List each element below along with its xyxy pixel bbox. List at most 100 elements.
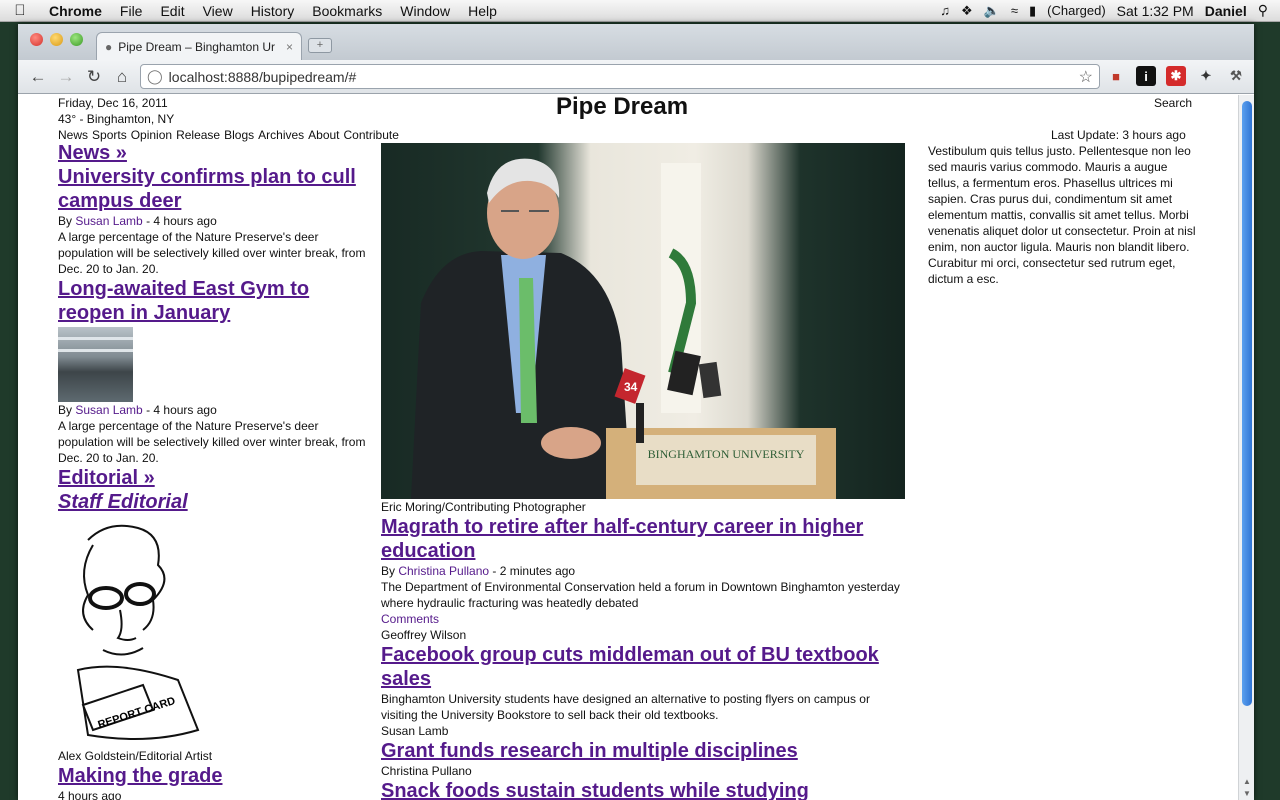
globe-icon: ● bbox=[105, 39, 113, 54]
battery-status: (Charged) bbox=[1047, 3, 1106, 18]
scrollbar-thumb[interactable] bbox=[1242, 101, 1252, 706]
back-icon[interactable]: ← bbox=[24, 67, 52, 87]
menu-file[interactable]: File bbox=[111, 3, 152, 19]
story-headline-facebook[interactable]: Facebook group cuts middleman out of BU … bbox=[381, 643, 905, 691]
lead-summary: The Department of Environmental Conserva… bbox=[381, 580, 900, 610]
tab-strip: ● Pipe Dream – Binghamton Ur × + bbox=[18, 24, 1254, 60]
author-link[interactable]: Susan Lamb bbox=[75, 214, 142, 228]
mic bbox=[698, 361, 722, 399]
wifi-icon[interactable]: ≈ bbox=[1011, 3, 1018, 18]
pipe-dream-page: Friday, Dec 16, 2011 43° - Binghamton, N… bbox=[58, 95, 1198, 800]
byline-time: - 2 minutes ago bbox=[489, 564, 576, 578]
comments-link[interactable]: Comments bbox=[381, 611, 905, 627]
gym-beam bbox=[58, 349, 133, 352]
right-column: Vestibulum quis tellus justo. Pellentesq… bbox=[928, 143, 1198, 287]
spotlight-icon[interactable]: ⚲ bbox=[1258, 2, 1268, 19]
gym-thumbnail[interactable] bbox=[58, 327, 133, 402]
story-summary: A large percentage of the Nature Preserv… bbox=[58, 419, 366, 465]
asterisk-extension-icon[interactable]: ✱ bbox=[1166, 66, 1186, 86]
page-scrollbar[interactable]: ▲ ▼ bbox=[1238, 95, 1254, 800]
apple-menu-icon[interactable]:  bbox=[0, 2, 40, 19]
speaker-hand bbox=[541, 427, 601, 459]
page-date: Friday, Dec 16, 2011 bbox=[58, 96, 168, 110]
byline-by: By bbox=[381, 564, 399, 578]
extension-icons: ■ i ✱ ✦ ⚒ bbox=[1106, 66, 1246, 86]
clock[interactable]: Sat 1:32 PM bbox=[1117, 3, 1194, 19]
tab-close-icon[interactable]: × bbox=[286, 40, 293, 54]
byline-by: By bbox=[58, 214, 76, 228]
weather: 43° - Binghamton, NY bbox=[58, 112, 175, 126]
volume-icon[interactable]: 🔈 bbox=[984, 3, 1000, 19]
byline-time: - 4 hours ago bbox=[142, 214, 217, 228]
author-name: Christina Pullano bbox=[381, 764, 472, 778]
author-name: Susan Lamb bbox=[381, 724, 449, 738]
menu-help[interactable]: Help bbox=[459, 3, 506, 19]
menu-history[interactable]: History bbox=[242, 3, 304, 19]
header-info: Friday, Dec 16, 2011 43° - Binghamton, N… bbox=[58, 95, 174, 127]
story-headline-deer[interactable]: University confirms plan to cull campus … bbox=[58, 165, 370, 213]
menu-app-chrome[interactable]: Chrome bbox=[40, 3, 111, 19]
editorial-cartoon[interactable]: REPORT CARD bbox=[58, 520, 208, 748]
story-time: 4 hours ago bbox=[58, 789, 122, 800]
menu-window[interactable]: Window bbox=[391, 3, 459, 19]
staff-editorial-link[interactable]: Staff Editorial bbox=[58, 490, 370, 514]
url-text: localhost:8888/bupipedream/# bbox=[168, 68, 357, 85]
window-close-button[interactable] bbox=[30, 33, 43, 46]
mic-label: 34 bbox=[624, 380, 638, 394]
menu-edit[interactable]: Edit bbox=[151, 3, 193, 19]
tab-pipe-dream[interactable]: ● Pipe Dream – Binghamton Ur × bbox=[96, 32, 302, 60]
search-link[interactable]: Search bbox=[1154, 95, 1192, 111]
mic-stand bbox=[636, 403, 644, 443]
author-link[interactable]: Christina Pullano bbox=[398, 564, 489, 578]
wrench-icon[interactable]: ⚒ bbox=[1226, 66, 1246, 86]
window-minimize-button[interactable] bbox=[50, 33, 63, 46]
lead-photo[interactable]: BINGHAMTON UNIVERSITY 34 bbox=[381, 143, 905, 499]
bookmark-star-icon[interactable]: ☆ bbox=[1079, 67, 1093, 87]
couch-extension-icon[interactable]: ■ bbox=[1106, 66, 1126, 86]
user-menu[interactable]: Daniel bbox=[1205, 3, 1247, 19]
photo-caption: Eric Moring/Contributing Photographer bbox=[381, 500, 586, 514]
page-info-icon[interactable]: ◯ bbox=[147, 68, 163, 85]
new-tab-button[interactable]: + bbox=[308, 38, 332, 53]
story-summary: Binghamton University students have desi… bbox=[381, 692, 870, 722]
last-update: Last Update: 3 hours ago bbox=[1051, 128, 1186, 142]
cartoon-drawing: REPORT CARD bbox=[76, 524, 200, 740]
status-tray: ♫ ❖ 🔈 ≈ ▮ (Charged) Sat 1:32 PM Daniel ⚲ bbox=[940, 2, 1280, 19]
byline: By Christina Pullano - 2 minutes ago bbox=[381, 563, 905, 579]
masthead[interactable]: Pipe Dream bbox=[556, 95, 688, 119]
info-extension-icon[interactable]: i bbox=[1136, 66, 1156, 86]
tab-title: Pipe Dream – Binghamton Ur bbox=[118, 39, 275, 54]
home-icon[interactable]: ⌂ bbox=[108, 67, 136, 87]
headphones-icon[interactable]: ♫ bbox=[940, 3, 950, 18]
cartoon-caption: Alex Goldstein/Editorial Artist bbox=[58, 749, 213, 763]
page-viewport: Friday, Dec 16, 2011 43° - Binghamton, N… bbox=[18, 95, 1254, 800]
left-column: News » University confirms plan to cull … bbox=[58, 141, 370, 800]
lead-headline[interactable]: Magrath to retire after half-century car… bbox=[381, 515, 905, 563]
story-headline-snack[interactable]: Snack foods sustain students while study… bbox=[381, 779, 905, 800]
editorial-section-link[interactable]: Editorial » bbox=[58, 466, 370, 490]
scroll-up-icon[interactable]: ▲ bbox=[1239, 777, 1254, 786]
lead-photo-drawing: BINGHAMTON UNIVERSITY 34 bbox=[411, 158, 836, 499]
story-headline-gym[interactable]: Long-awaited East Gym to reopen in Janua… bbox=[58, 277, 370, 325]
menu-bar:  Chrome File Edit View History Bookmark… bbox=[0, 0, 1280, 22]
story-headline-grant[interactable]: Grant funds research in multiple discipl… bbox=[381, 739, 905, 763]
reload-icon[interactable]: ↻ bbox=[80, 67, 108, 87]
pin-extension-icon[interactable]: ✦ bbox=[1196, 66, 1216, 86]
browser-toolbar: ← → ↻ ⌂ ◯ localhost:8888/bupipedream/# ☆… bbox=[18, 60, 1254, 94]
story-summary: A large percentage of the Nature Preserv… bbox=[58, 230, 366, 276]
browser-window: ● Pipe Dream – Binghamton Ur × + ← → ↻ ⌂… bbox=[18, 24, 1254, 800]
author-link[interactable]: Susan Lamb bbox=[75, 403, 142, 417]
dropbox-icon[interactable]: ❖ bbox=[961, 3, 973, 19]
address-bar[interactable]: ◯ localhost:8888/bupipedream/# ☆ bbox=[140, 64, 1100, 89]
byline-by: By bbox=[58, 403, 76, 417]
forward-icon[interactable]: → bbox=[52, 67, 80, 87]
story-headline-making-grade[interactable]: Making the grade bbox=[58, 764, 370, 788]
window-zoom-button[interactable] bbox=[70, 33, 83, 46]
scroll-down-icon[interactable]: ▼ bbox=[1239, 789, 1254, 798]
byline: By Susan Lamb - 4 hours ago bbox=[58, 213, 370, 229]
menu-view[interactable]: View bbox=[194, 3, 242, 19]
middle-column: BINGHAMTON UNIVERSITY 34 Eric Moring/Con… bbox=[381, 143, 905, 800]
battery-icon[interactable]: ▮ bbox=[1029, 3, 1036, 19]
news-section-link[interactable]: News » bbox=[58, 141, 370, 165]
menu-bookmarks[interactable]: Bookmarks bbox=[303, 3, 391, 19]
